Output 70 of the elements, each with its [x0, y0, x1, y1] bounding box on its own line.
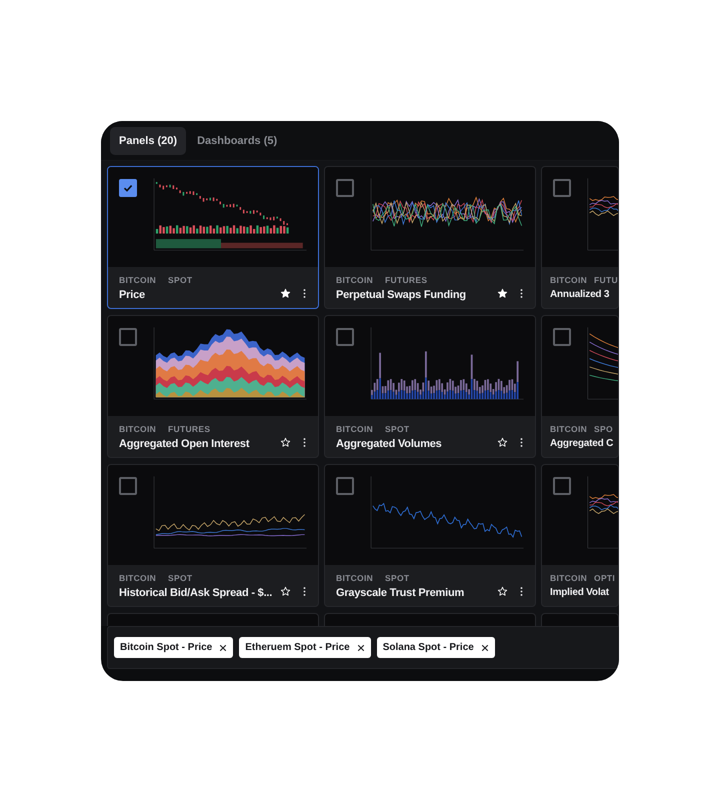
category-label: SPOT — [168, 572, 192, 582]
chip-label: Bitcoin Spot - Price — [120, 642, 212, 653]
category-label: BITCOIN — [119, 572, 156, 582]
tab[interactable]: Dashboards (5) — [188, 126, 286, 154]
category-label: BITCOIN — [550, 275, 588, 285]
more-options-icon[interactable] — [520, 586, 523, 597]
checkbox[interactable] — [119, 328, 137, 346]
panel-title: Annualized 3 — [550, 289, 610, 300]
panel-card[interactable]: BITCOIN OPTI Implied Volat — [541, 464, 619, 607]
panel-card[interactable]: BITCOIN SPOT Price — [107, 166, 319, 309]
tab[interactable]: Panels (20) — [110, 126, 186, 154]
category-label: OPTI — [594, 573, 616, 583]
panel-card[interactable]: BITCOIN SPOT Aggregated Volumes — [324, 315, 536, 458]
panel-card[interactable]: BITCOIN FUTURES Aggregated Open Interest — [107, 315, 319, 458]
close-icon[interactable] — [480, 644, 489, 652]
panel-title: Perpetual Swaps Funding — [336, 288, 467, 300]
panel-card[interactable]: BITCOIN FUTURES Perpetual Swaps Funding — [324, 166, 536, 309]
category-label: BITCOIN — [119, 424, 156, 434]
more-options-icon[interactable] — [303, 288, 306, 299]
checkbox[interactable] — [336, 179, 354, 197]
panel-card[interactable]: BITCOIN SPOT Historical Bid/Ask Spread - $... — [107, 464, 319, 607]
line-series-group — [589, 494, 618, 514]
star-icon[interactable] — [497, 586, 508, 597]
panel-title: Aggregated Volumes — [336, 438, 443, 450]
panel-card[interactable]: BITCOIN FUTU Annualized 3 — [541, 166, 619, 309]
category-label: SPOT — [168, 274, 192, 284]
panel-card[interactable]: BITCOIN SPO Aggregated C — [541, 315, 619, 458]
line-series-group — [589, 196, 618, 216]
category-label: SPOT — [385, 424, 410, 434]
category-label: BITCOIN — [336, 274, 374, 284]
star-icon[interactable] — [280, 437, 291, 448]
more-options-icon[interactable] — [520, 437, 523, 448]
panel-title: Price — [119, 288, 146, 300]
star-icon[interactable] — [497, 288, 508, 299]
checkbox[interactable] — [553, 477, 571, 495]
chip-label: Etheruem Spot - Price — [245, 642, 350, 653]
panel-title: Implied Volat — [550, 587, 610, 598]
close-icon[interactable] — [219, 644, 228, 652]
checkbox[interactable] — [336, 477, 354, 495]
selected-chip[interactable]: Etheruem Spot - Price — [239, 637, 371, 658]
selected-chip[interactable]: Bitcoin Spot - Price — [114, 637, 234, 658]
category-label: BITCOIN — [550, 424, 588, 434]
category-label: BITCOIN — [119, 274, 156, 284]
category-label: FUTURES — [168, 424, 210, 434]
more-options-icon[interactable] — [520, 288, 523, 299]
more-options-icon[interactable] — [303, 437, 306, 448]
panel-title: Aggregated C — [550, 438, 614, 449]
category-label: SPO — [594, 424, 613, 434]
checkbox[interactable] — [553, 179, 571, 197]
checkbox[interactable] — [119, 477, 137, 495]
more-options-icon[interactable] — [303, 586, 306, 597]
star-icon[interactable] — [497, 437, 508, 448]
star-icon[interactable] — [280, 586, 291, 597]
panel-title: Historical Bid/Ask Spread - $... — [119, 586, 274, 598]
panel-title: Grayscale Trust Premium — [336, 586, 466, 598]
category-label: BITCOIN — [336, 424, 374, 434]
close-icon[interactable] — [356, 644, 365, 652]
panel-card[interactable]: BITCOIN SPOT Grayscale Trust Premium — [324, 464, 536, 607]
panel-title: Aggregated Open Interest — [119, 438, 250, 450]
category-label: BITCOIN — [550, 573, 588, 583]
category-label: FUTURES — [385, 274, 428, 284]
checkbox[interactable] — [336, 328, 354, 346]
chip-label: Solana Spot - Price — [382, 642, 474, 653]
checkbox[interactable] — [119, 179, 137, 197]
category-label: BITCOIN — [336, 572, 374, 582]
star-icon[interactable] — [280, 288, 291, 299]
category-label: SPOT — [385, 572, 410, 582]
selected-chip[interactable]: Solana Spot - Price — [376, 637, 495, 658]
category-label: FUTU — [594, 275, 618, 285]
checkbox[interactable] — [553, 328, 571, 346]
